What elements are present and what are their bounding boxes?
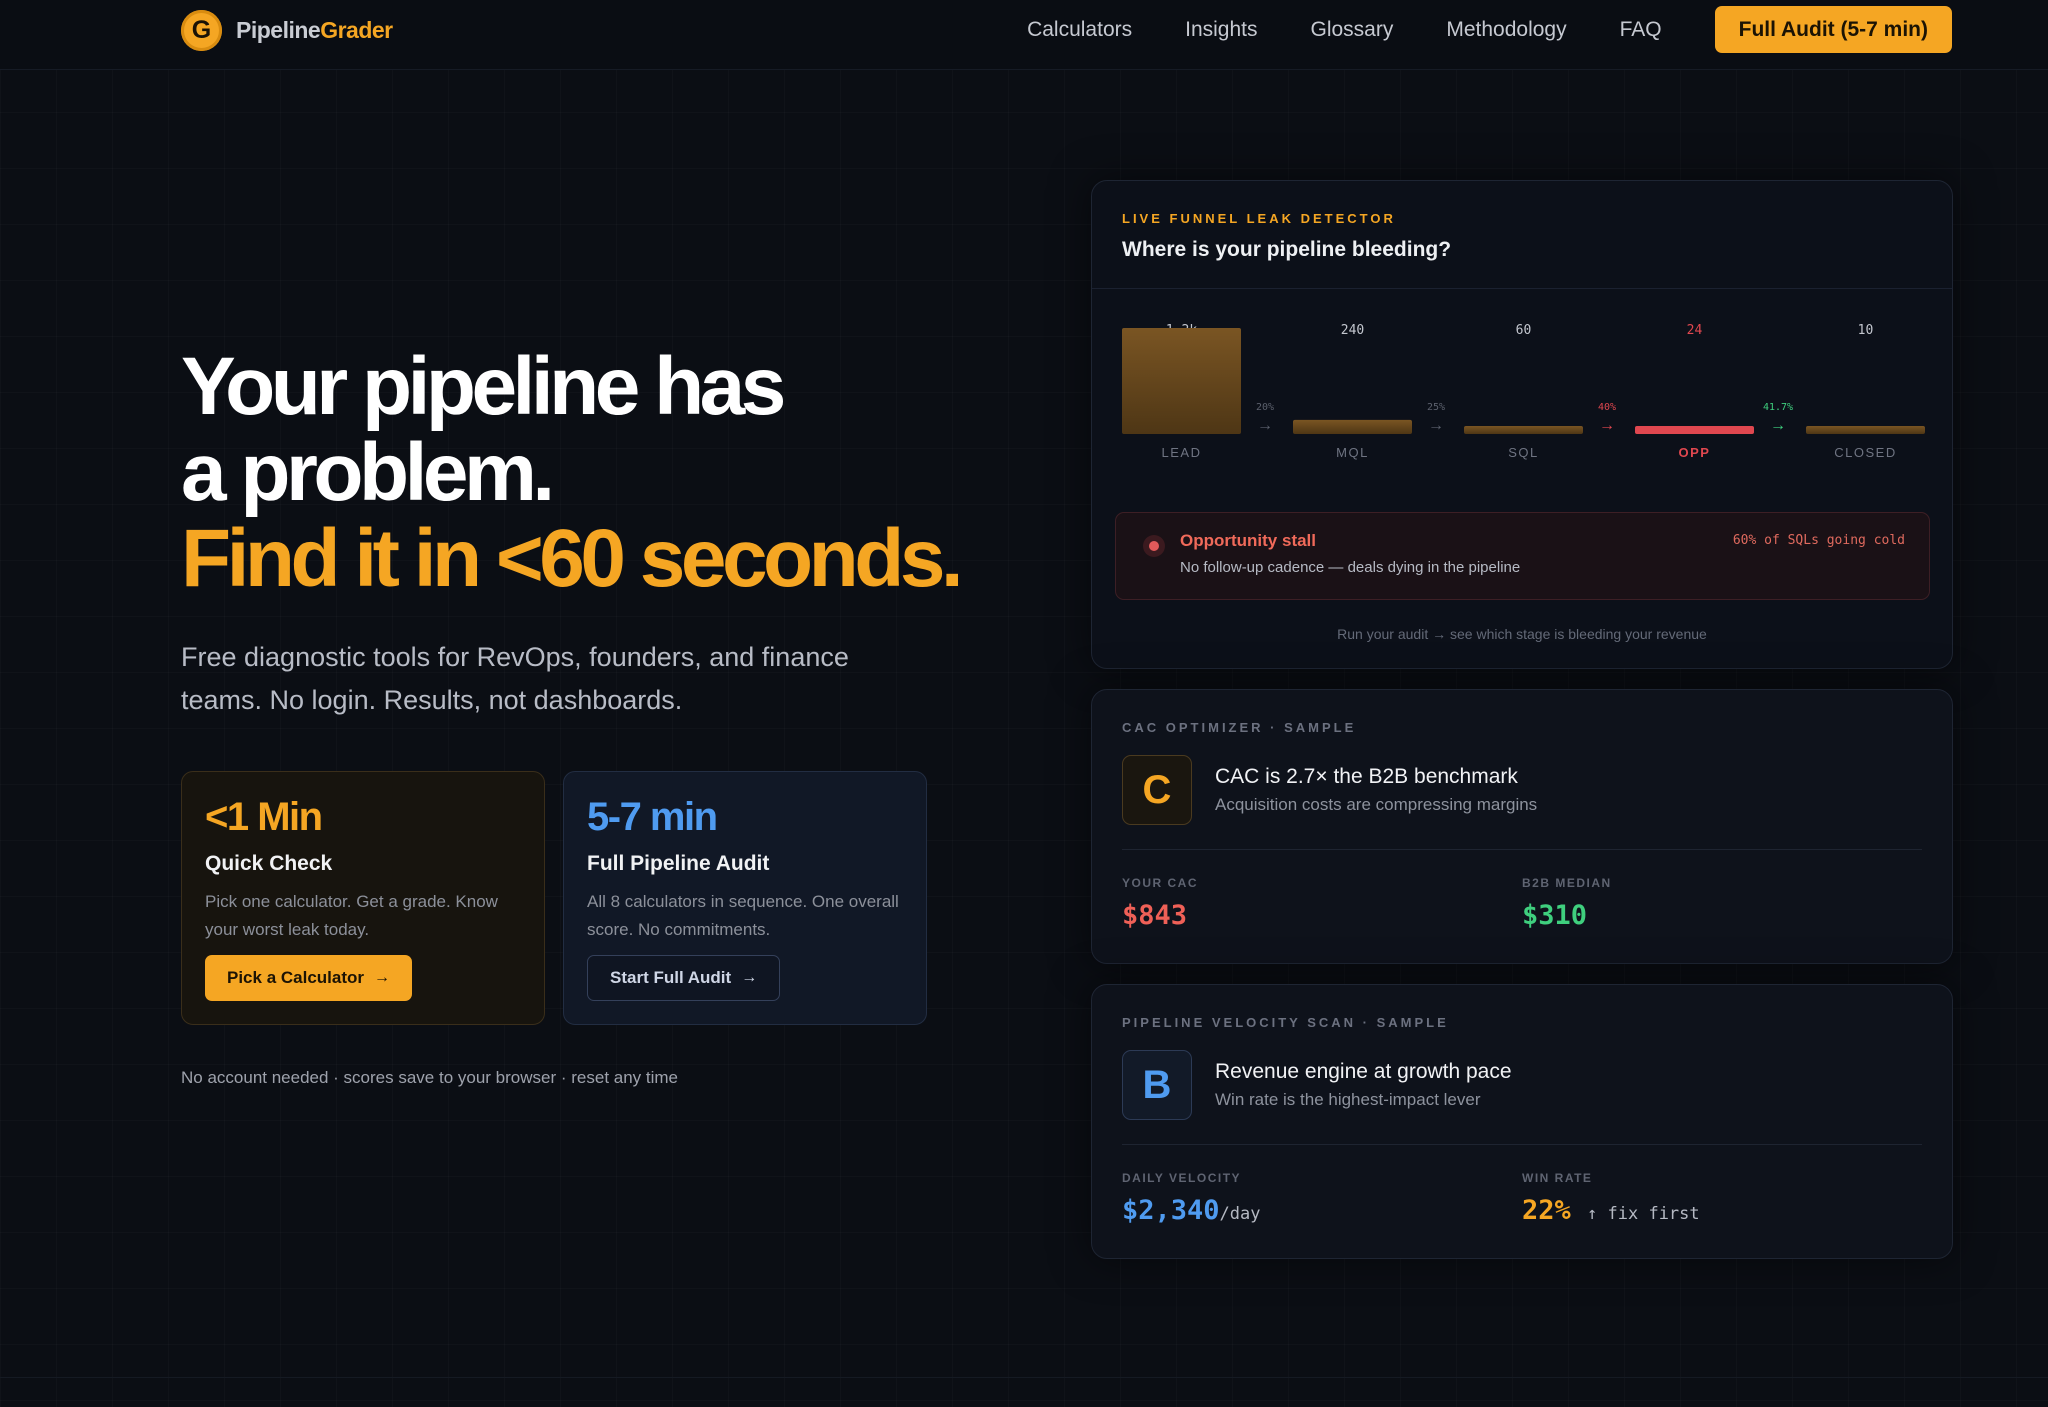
stage-value-label: 240 (1341, 323, 1364, 338)
nav-link-methodology[interactable]: Methodology (1446, 7, 1566, 53)
full-audit-desc: All 8 calculators in sequence. One overa… (587, 892, 899, 939)
nav-link-faq[interactable]: FAQ (1620, 7, 1662, 53)
full-audit-card: 5-7 min Full Pipeline Audit All 8 calcul… (563, 771, 927, 1025)
full-audit-duration: 5-7 min (587, 795, 718, 839)
start-full-audit-label: Start Full Audit (610, 968, 732, 987)
hero-line-3: Find it in <60 seconds. (181, 513, 964, 604)
stage-bar-sql (1464, 426, 1583, 434)
logo-icon: G (181, 10, 222, 51)
conversion-arrow-icon: → (1257, 417, 1273, 434)
stage-value-label: 24 (1687, 323, 1703, 338)
stage-bar-mql (1293, 419, 1412, 434)
conversion-rate-label: 25% (1427, 402, 1445, 413)
velocity-desc: Win rate is the highest-impact lever (1215, 1090, 1481, 1109)
your-cac-label: YOUR CAC (1122, 876, 1199, 890)
arrow-right-icon: → (374, 969, 391, 986)
nav-links: Calculators Insights Glossary Methodolog… (1027, 6, 1952, 53)
nav-link-calculators[interactable]: Calculators (1027, 7, 1132, 53)
funnel-leak-panel: LIVE FUNNEL LEAK DETECTOR Where is your … (1091, 180, 1953, 669)
stage-value-label: 60 (1516, 323, 1532, 338)
alert-title: Opportunity stall (1180, 531, 1316, 550)
funnel-title: Where is your pipeline bleeding? (1122, 238, 1452, 261)
stage-name-label: OPP (1679, 445, 1711, 460)
stage-bar-lead (1122, 328, 1241, 434)
nav-link-glossary[interactable]: Glossary (1311, 7, 1394, 53)
arrow-right-icon: → (741, 969, 758, 986)
stage-name-label: SQL (1508, 445, 1539, 460)
stage-bar-closed (1806, 426, 1925, 434)
your-cac-value: $843 (1122, 900, 1188, 931)
funnel-eyebrow: LIVE FUNNEL LEAK DETECTOR (1122, 211, 1396, 226)
win-rate-label: WIN RATE (1522, 1171, 1593, 1185)
alert-stat: 60% of SQLs going cold (1732, 533, 1905, 548)
conversion-rate-label: 41.7% (1763, 402, 1793, 413)
velocity-title: Revenue engine at growth pace (1215, 1060, 1512, 1083)
stage-value-label: 10 (1858, 323, 1874, 338)
start-full-audit-button[interactable]: Start Full Audit → (587, 955, 781, 1001)
divider (1122, 849, 1922, 850)
velocity-grade-badge: B (1122, 1050, 1192, 1120)
cac-title: CAC is 2.7× the B2B benchmark (1215, 765, 1518, 788)
opportunity-stall-alert: Opportunity stall No follow-up cadence —… (1115, 512, 1930, 600)
quick-check-desc: Pick one calculator. Get a grade. Know y… (205, 892, 498, 939)
brand-name: PipelineGrader (236, 17, 393, 43)
b2b-median-label: B2B MEDIAN (1522, 876, 1612, 890)
hero-subtitle: Free diagnostic tools for RevOps, founde… (181, 642, 849, 715)
alert-dot-icon (1143, 535, 1165, 557)
quick-check-title: Quick Check (205, 852, 333, 875)
conversion-rate-label: 40% (1598, 402, 1616, 413)
funnel-footer: Run your audit → see which stage is blee… (1337, 626, 1707, 642)
stage-name-label: CLOSED (1834, 445, 1896, 460)
hero-headline: Your pipeline has a problem. Find it in … (181, 341, 964, 604)
conversion-rate-label: 20% (1256, 402, 1274, 413)
stage-bar-opp (1635, 426, 1754, 434)
logo[interactable]: G PipelineGrader (181, 10, 393, 51)
hero-footnote: No account needed · scores save to your … (181, 1068, 679, 1087)
hero-line-2: a problem. (181, 427, 555, 518)
divider (1122, 1144, 1922, 1145)
funnel-header: LIVE FUNNEL LEAK DETECTOR Where is your … (1092, 181, 1952, 289)
footer-divider (0, 1377, 2048, 1378)
velocity-eyebrow: PIPELINE VELOCITY SCAN · SAMPLE (1122, 1015, 1449, 1030)
daily-velocity-value: $2,340/day (1122, 1195, 1261, 1226)
top-nav: G PipelineGrader Calculators Insights Gl… (0, 0, 2048, 70)
cac-sample-panel: CAC OPTIMIZER · SAMPLE C CAC is 2.7× the… (1091, 689, 1953, 964)
pick-calculator-button[interactable]: Pick a Calculator → (205, 955, 413, 1001)
velocity-sample-panel: PIPELINE VELOCITY SCAN · SAMPLE B Revenu… (1091, 984, 1953, 1259)
cac-grade-badge: C (1122, 755, 1192, 825)
quick-check-card: <1 Min Quick Check Pick one calculator. … (181, 771, 545, 1025)
hero-line-1: Your pipeline has (181, 341, 786, 432)
nav-link-insights[interactable]: Insights (1185, 7, 1257, 53)
full-audit-nav-button[interactable]: Full Audit (5-7 min) (1714, 6, 1952, 53)
conversion-arrow-icon: → (1428, 417, 1444, 434)
win-rate-value: 22% ↑ fix first (1522, 1195, 1700, 1226)
full-audit-title: Full Pipeline Audit (587, 852, 770, 875)
funnel-chart: 1.2kLEAD20%→240MQL25%→60SQL40%→24OPP41.7… (1122, 323, 1925, 460)
b2b-median-value: $310 (1522, 900, 1588, 931)
alert-desc: No follow-up cadence — deals dying in th… (1180, 559, 1521, 576)
stage-name-label: LEAD (1162, 445, 1202, 460)
cac-eyebrow: CAC OPTIMIZER · SAMPLE (1122, 720, 1357, 735)
conversion-arrow-icon: → (1770, 417, 1786, 434)
quick-check-duration: <1 Min (205, 795, 323, 839)
daily-velocity-label: DAILY VELOCITY (1122, 1171, 1242, 1185)
cac-desc: Acquisition costs are compressing margin… (1215, 795, 1538, 814)
conversion-arrow-icon: → (1599, 417, 1615, 434)
pick-calculator-label: Pick a Calculator (227, 968, 365, 987)
stage-name-label: MQL (1336, 445, 1369, 460)
